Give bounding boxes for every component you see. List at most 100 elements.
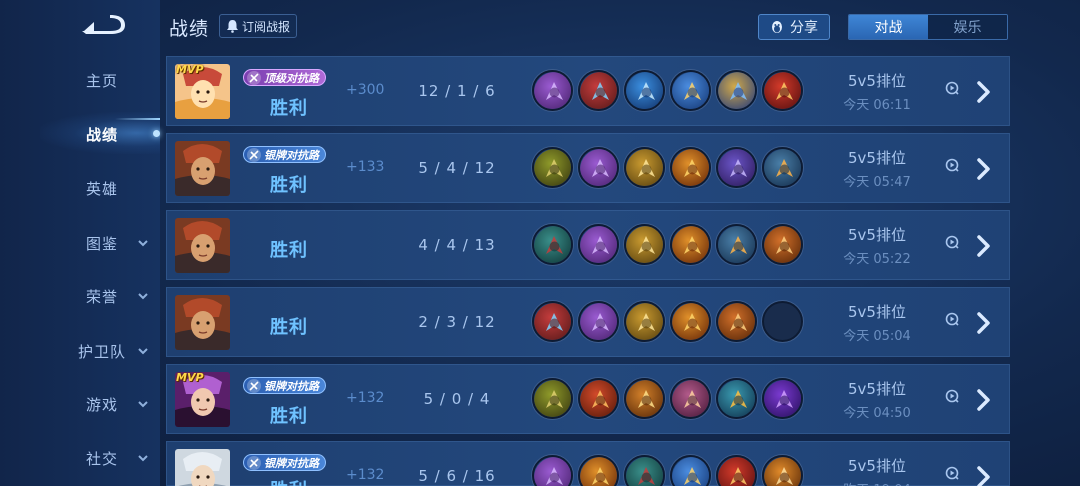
chevron-right-icon[interactable] (973, 79, 993, 105)
rank-score-change: +300 (346, 82, 385, 98)
sidebar-item-social[interactable]: 社交 (0, 438, 160, 478)
equipment-list (532, 301, 803, 342)
sidebar-item-home[interactable]: 主页 (0, 60, 160, 100)
subscribe-report-label: 订阅战报 (241, 19, 290, 34)
match-row[interactable]: MVP 顶级对抗路 胜利 +300 12 / 1 / 6 5v5排位 今天 06… (166, 56, 1010, 126)
sidebar-item-codex[interactable]: 图鉴 (0, 223, 160, 263)
equipment-teal-boots-icon (532, 224, 573, 265)
back-icon[interactable] (80, 12, 128, 38)
equipment-blue-armor-icon (762, 147, 803, 188)
share-button[interactable]: 分享 (758, 14, 830, 40)
chevron-right-icon[interactable] (973, 233, 993, 259)
equipment-orange-blade-icon (762, 455, 803, 486)
kda-stats: 5 / 6 / 16 (418, 467, 496, 485)
sidebar-item-records[interactable]: 战绩 (0, 114, 160, 154)
equipment-green-boots-icon (532, 378, 573, 419)
rank-badge-label: 银牌对抗路 (264, 456, 319, 470)
chevron-right-icon[interactable] (973, 464, 993, 486)
equipment-purple-mask-icon (670, 378, 711, 419)
equipment-red-boots-icon (578, 70, 619, 111)
replay-icon[interactable] (945, 389, 959, 403)
equipment-blue-spear-icon (670, 70, 711, 111)
chevron-down-icon (138, 293, 148, 300)
chevron-right-icon[interactable] (973, 387, 993, 413)
replay-icon[interactable] (945, 312, 959, 326)
sidebar-item-honor[interactable]: 荣誉 (0, 276, 160, 316)
equipment-list (532, 378, 803, 419)
kda-stats: 12 / 1 / 6 (418, 82, 496, 100)
equipment-axe-purple-icon (532, 455, 573, 486)
equipment-gold-armor-icon (670, 147, 711, 188)
chevron-right-icon[interactable] (973, 310, 993, 336)
hero-avatar (175, 449, 230, 486)
equipment-blue-spear-icon (670, 455, 711, 486)
sidebar-item-heroes[interactable]: 英雄 (0, 168, 160, 208)
page-title: 战绩 (169, 18, 210, 40)
rank-badge-icon (247, 71, 261, 85)
mvp-label: MVP (176, 64, 204, 76)
rank-badge-label: 银牌对抗路 (264, 148, 319, 162)
match-result: 胜利 (270, 175, 308, 196)
rank-badge-label: 顶级对抗路 (264, 71, 319, 85)
chevron-right-icon[interactable] (973, 156, 993, 182)
kda-stats: 2 / 3 / 12 (418, 313, 496, 331)
hero-avatar (175, 218, 230, 273)
equipment-list (532, 70, 803, 111)
equipment-teal-boots-icon (624, 455, 665, 486)
equipment-axe-purple-icon (532, 70, 573, 111)
match-row[interactable]: 胜利 2 / 3 / 12 5v5排位 今天 05:04 (166, 287, 1010, 357)
equipment-gold-armor-icon (670, 301, 711, 342)
equipment-orange-helm-icon (716, 301, 757, 342)
rank-badge: 银牌对抗路 (243, 454, 326, 471)
match-result: 胜利 (270, 317, 308, 338)
share-label: 分享 (790, 20, 818, 36)
kda-stats: 5 / 0 / 4 (423, 390, 491, 408)
replay-icon[interactable] (945, 235, 959, 249)
rank-badge: 银牌对抗路 (243, 146, 326, 163)
sidebar-item-label: 图鉴 (85, 234, 118, 253)
equipment-blue-sword-icon (624, 70, 665, 111)
match-row[interactable]: MVP 银牌对抗路 胜利 +132 5 / 0 / 4 5v5排位 今天 04:… (166, 364, 1010, 434)
replay-icon[interactable] (945, 466, 959, 480)
subscribe-report-button[interactable]: 订阅战报 (219, 14, 297, 38)
kda-stats: 4 / 4 / 13 (418, 236, 496, 254)
match-row[interactable]: 银牌对抗路 胜利 +133 5 / 4 / 12 5v5排位 今天 05:47 (166, 133, 1010, 203)
replay-icon[interactable] (945, 81, 959, 95)
equipment-list (532, 455, 803, 486)
equipment-red-helm-icon (716, 455, 757, 486)
replay-icon[interactable] (945, 158, 959, 172)
hero-avatar (175, 295, 230, 350)
chevron-down-icon (138, 240, 148, 247)
kda-stats: 5 / 4 / 12 (418, 159, 496, 177)
game-mode: 5v5排位 (848, 380, 906, 398)
equipment-green-boots-icon (532, 147, 573, 188)
equipment-purple-book-icon (762, 378, 803, 419)
equipment-purple-blade-icon (716, 147, 757, 188)
match-result: 胜利 (270, 98, 308, 119)
sidebar-item-label: 游戏 (85, 395, 118, 414)
hero-avatar: MVP (175, 372, 230, 427)
tab-entertainment[interactable]: 娱乐 (928, 15, 1007, 39)
sidebar-item-guard[interactable]: 护卫队 (0, 331, 160, 371)
mode-tabs: 对战 娱乐 (848, 14, 1008, 40)
game-mode: 5v5排位 (848, 226, 906, 244)
hero-avatar (175, 141, 230, 196)
equipment-gold-armor-icon (670, 224, 711, 265)
equipment-gold-shield-icon (624, 301, 665, 342)
equipment-gold-armor-icon (578, 455, 619, 486)
tab-battle[interactable]: 对战 (849, 15, 928, 39)
match-result: 胜利 (270, 240, 308, 261)
equipment-blue-armor-icon (716, 224, 757, 265)
game-mode: 5v5排位 (848, 457, 906, 475)
equipment-gold-blade-icon (624, 378, 665, 419)
equipment-gold-shield-icon (624, 224, 665, 265)
equipment-axe-purple-icon (578, 301, 619, 342)
bell-icon (226, 20, 238, 33)
match-row[interactable]: 胜利 4 / 4 / 13 5v5排位 今天 05:22 (166, 210, 1010, 280)
match-row[interactable]: 银牌对抗路 胜利 +132 5 / 6 / 16 (166, 441, 1010, 486)
rank-score-change: +132 (346, 390, 385, 406)
sidebar-item-game[interactable]: 游戏 (0, 384, 160, 424)
sidebar-item-label: 主页 (85, 71, 118, 90)
match-result: 胜利 (270, 476, 308, 486)
equipment-axe-purple-icon (578, 147, 619, 188)
